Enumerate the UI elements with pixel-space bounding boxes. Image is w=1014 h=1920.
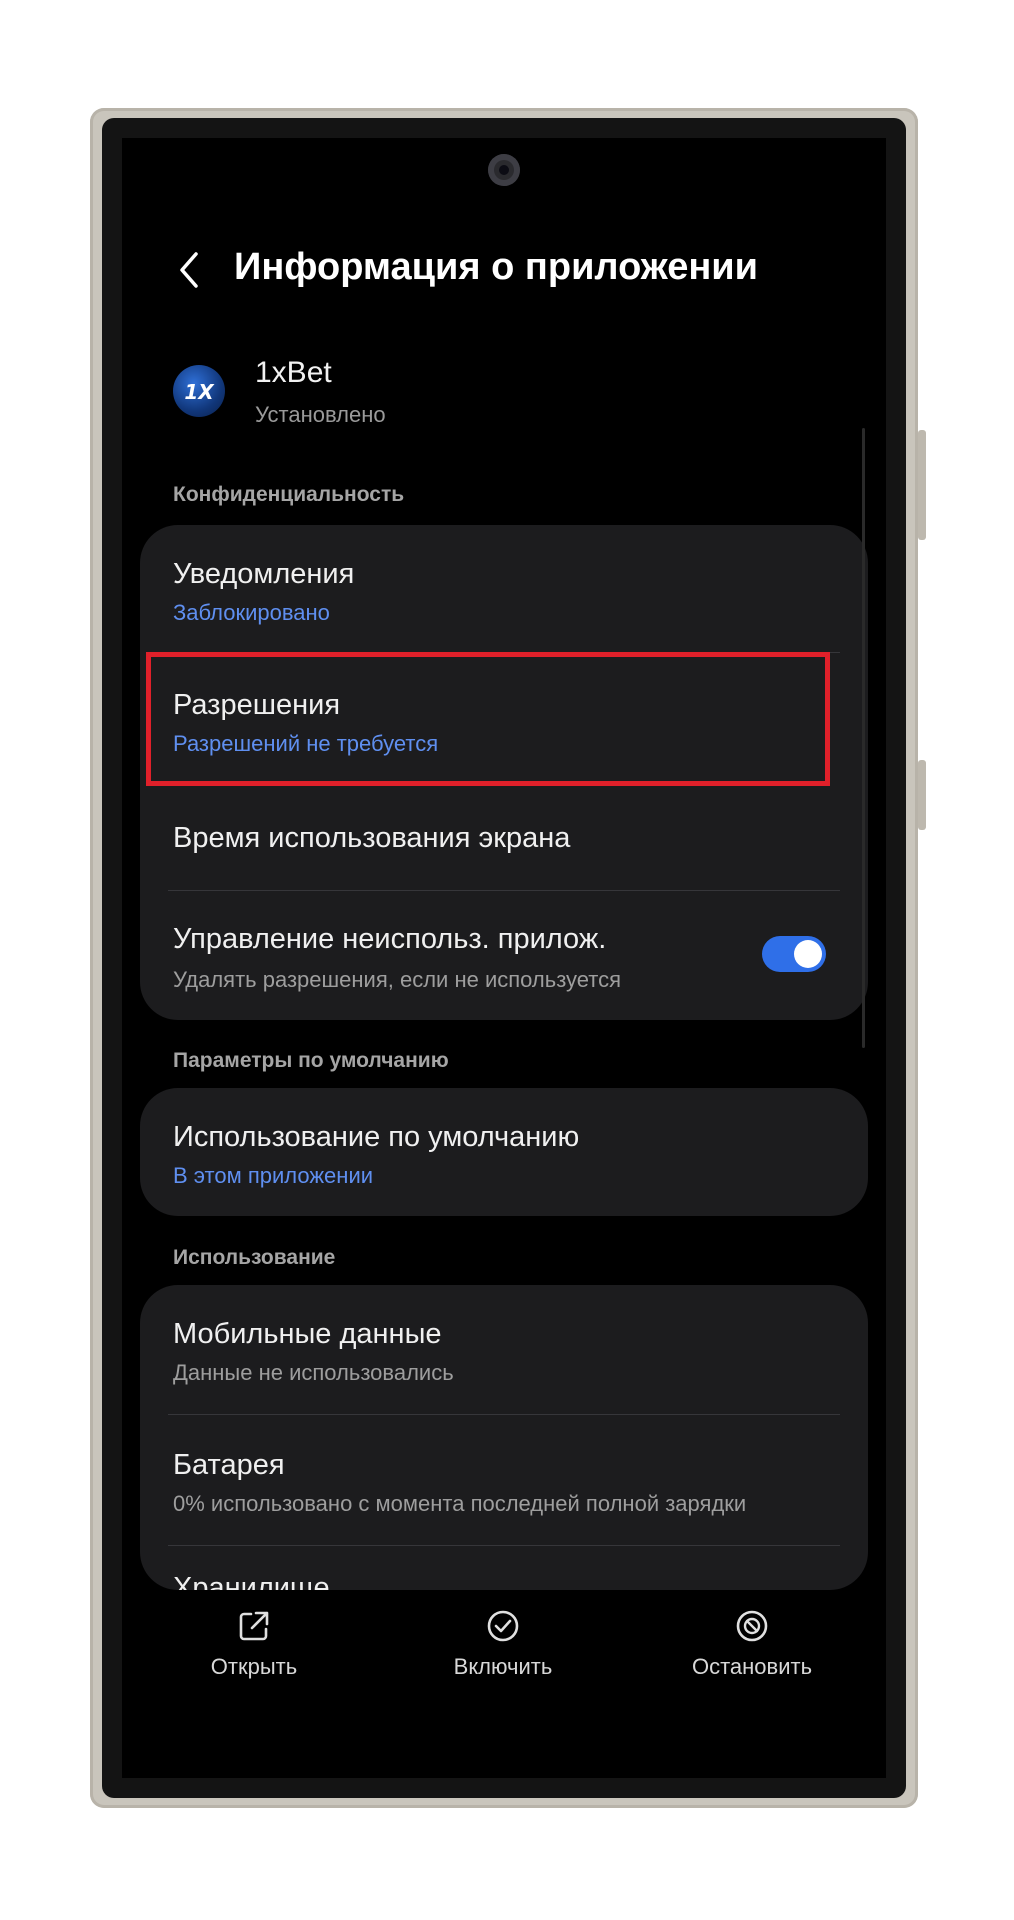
mobile-data-item[interactable]: Мобильные данные Данные не использовалис…: [140, 1285, 868, 1413]
unused-apps-subtitle: Удалять разрешения, если не используется: [173, 967, 622, 992]
back-button[interactable]: [172, 248, 212, 292]
section-label-usage: Использование: [173, 1246, 336, 1269]
svg-text:1X: 1X: [184, 380, 215, 404]
battery-title: Батарея: [173, 1449, 285, 1481]
notifications-title: Уведомления: [173, 558, 355, 590]
block-icon: [736, 1610, 768, 1642]
enable-button[interactable]: Включить: [403, 1608, 603, 1680]
enable-label: Включить: [453, 1654, 553, 1679]
app-name: 1xBet: [255, 356, 332, 389]
defaults-card: Использование по умолчанию В этом прилож…: [140, 1088, 868, 1216]
storage-title: Хранилище: [173, 1572, 330, 1590]
unused-apps-item[interactable]: Управление неиспольз. прилож. Удалять ра…: [140, 891, 868, 1020]
power-button: [918, 760, 926, 830]
permissions-highlight-box: [146, 652, 830, 786]
battery-item[interactable]: Батарея 0% использовано с момента послед…: [140, 1415, 868, 1545]
page-title: Информация о приложении: [234, 246, 759, 288]
default-usage-subtitle: В этом приложении: [173, 1163, 374, 1188]
front-camera: [488, 154, 520, 186]
screen-time-item[interactable]: Время использования экрана: [140, 790, 868, 895]
unused-apps-toggle[interactable]: [762, 936, 826, 972]
stop-label: Остановить: [691, 1654, 813, 1679]
default-usage-item[interactable]: Использование по умолчанию В этом прилож…: [140, 1088, 868, 1216]
open-button[interactable]: Открыть: [154, 1608, 354, 1680]
app-icon: 1X: [173, 365, 225, 417]
screen-time-title: Время использования экрана: [173, 822, 571, 854]
stop-button[interactable]: Остановить: [652, 1608, 852, 1680]
mobile-data-title: Мобильные данные: [173, 1318, 442, 1350]
check-circle-icon: [487, 1610, 519, 1642]
app-install-status: Установлено: [255, 402, 386, 427]
toggle-knob: [794, 940, 822, 968]
chevron-left-icon: [180, 252, 198, 288]
section-label-privacy: Конфиденциальность: [173, 483, 405, 506]
open-external-icon: [239, 1611, 269, 1641]
notifications-item[interactable]: Уведомления Заблокировано: [140, 525, 868, 651]
section-label-defaults: Параметры по умолчанию: [173, 1049, 449, 1072]
battery-subtitle: 0% использовано с момента последней полн…: [173, 1491, 747, 1516]
mobile-data-subtitle: Данные не использовались: [173, 1360, 454, 1385]
notifications-status: Заблокировано: [173, 600, 330, 625]
volume-button: [918, 430, 926, 540]
unused-apps-title: Управление неиспольз. прилож.: [173, 923, 607, 955]
storage-item[interactable]: Хранилище: [140, 1546, 868, 1590]
scrollbar[interactable]: [862, 428, 865, 1048]
usage-card: Мобильные данные Данные не использовалис…: [140, 1285, 868, 1590]
default-usage-title: Использование по умолчанию: [173, 1121, 580, 1153]
open-label: Открыть: [210, 1654, 298, 1679]
